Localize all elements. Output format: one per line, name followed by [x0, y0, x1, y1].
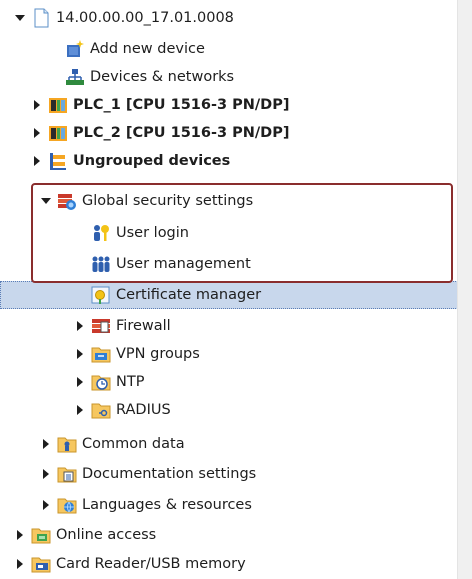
common-data-icon — [57, 434, 77, 454]
tree-item-ntp[interactable]: NTP — [0, 368, 458, 396]
firewall-icon — [91, 316, 111, 336]
expand-arrow-icon[interactable] — [74, 376, 86, 388]
tree-item-label: RADIUS — [116, 402, 171, 418]
tree-item-devices-networks[interactable]: Devices & networks — [0, 63, 458, 91]
network-icon — [65, 67, 85, 87]
expand-arrow-icon[interactable] — [31, 99, 43, 111]
tree-item-online-access[interactable]: Online access — [0, 521, 458, 549]
tree-item-radius[interactable]: RADIUS — [0, 396, 458, 424]
tree-item-label: 14.00.00.00_17.01.0008 — [56, 10, 234, 26]
tree-item-label: Ungrouped devices — [73, 153, 231, 169]
tree-item-label: Global security settings — [82, 193, 254, 209]
expand-arrow-icon[interactable] — [74, 320, 86, 332]
tree-item-label: VPN groups — [116, 346, 200, 362]
tree-item-label: NTP — [116, 374, 145, 390]
tree-item-plc-1[interactable]: PLC_1 [CPU 1516-3 PN/DP] — [0, 91, 458, 119]
expand-arrow-icon[interactable] — [14, 529, 26, 541]
user-login-icon — [91, 223, 111, 243]
card-reader-icon — [31, 554, 51, 574]
tree-item-label: Documentation settings — [82, 466, 257, 482]
tree-item-documentation-settings[interactable]: Documentation settings — [0, 460, 458, 488]
expand-arrow-icon[interactable] — [40, 499, 52, 511]
expand-arrow-icon[interactable] — [31, 127, 43, 139]
tree-item-project[interactable]: 14.00.00.00_17.01.0008 — [0, 4, 458, 32]
tree-item-languages-resources[interactable]: Languages & resources — [0, 491, 458, 519]
tree-item-user-management[interactable]: User management — [0, 250, 458, 278]
documentation-icon — [57, 464, 77, 484]
tree-item-label: Add new device — [90, 41, 205, 57]
project-icon — [31, 8, 51, 28]
expand-arrow-icon[interactable] — [40, 468, 52, 480]
plc-icon — [48, 95, 68, 115]
certificate-icon — [91, 285, 111, 305]
tree-item-firewall[interactable]: Firewall — [0, 312, 458, 340]
global-security-icon — [57, 191, 77, 211]
tree-item-label: User management — [116, 256, 251, 272]
vertical-scrollbar[interactable] — [457, 0, 472, 579]
expand-arrow-icon[interactable] — [31, 155, 43, 167]
tree-item-global-security-settings[interactable]: Global security settings — [0, 187, 458, 215]
expand-arrow-icon[interactable] — [74, 348, 86, 360]
tree-item-label: Card Reader/USB memory — [56, 556, 246, 572]
ungrouped-devices-icon — [48, 151, 68, 171]
ntp-icon — [91, 372, 111, 392]
vpn-icon — [91, 344, 111, 364]
tree-item-label: Common data — [82, 436, 185, 452]
tree-item-label: Devices & networks — [90, 69, 235, 85]
tree-item-label: Languages & resources — [82, 497, 252, 513]
tree-item-certificate-manager[interactable]: Certificate manager — [0, 281, 458, 309]
tree-item-label: PLC_1 [CPU 1516-3 PN/DP] — [73, 97, 290, 113]
tree-item-label: PLC_2 [CPU 1516-3 PN/DP] — [73, 125, 290, 141]
tree-item-plc-2[interactable]: PLC_2 [CPU 1516-3 PN/DP] — [0, 119, 458, 147]
collapse-arrow-icon[interactable] — [14, 12, 26, 24]
tree-item-vpn-groups[interactable]: VPN groups — [0, 340, 458, 368]
tree-item-label: Online access — [56, 527, 157, 543]
plc-icon — [48, 123, 68, 143]
tree-item-add-new-device[interactable]: Add new device — [0, 35, 458, 63]
tree-item-ungrouped-devices[interactable]: Ungrouped devices — [0, 147, 458, 175]
collapse-arrow-icon[interactable] — [40, 195, 52, 207]
tree-item-common-data[interactable]: Common data — [0, 430, 458, 458]
project-tree: 14.00.00.00_17.01.0008 Add new device De… — [0, 0, 458, 579]
expand-arrow-icon[interactable] — [74, 404, 86, 416]
tree-item-label: Certificate manager — [116, 287, 262, 303]
tree-item-label: User login — [116, 225, 189, 241]
add-device-icon — [65, 39, 85, 59]
radius-icon — [91, 400, 111, 420]
expand-arrow-icon[interactable] — [14, 558, 26, 570]
tree-item-label: Firewall — [116, 318, 171, 334]
user-management-icon — [91, 254, 111, 274]
online-access-icon — [31, 525, 51, 545]
tree-item-user-login[interactable]: User login — [0, 219, 458, 247]
tree-item-card-reader[interactable]: Card Reader/USB memory — [0, 550, 458, 578]
expand-arrow-icon[interactable] — [40, 438, 52, 450]
languages-icon — [57, 495, 77, 515]
